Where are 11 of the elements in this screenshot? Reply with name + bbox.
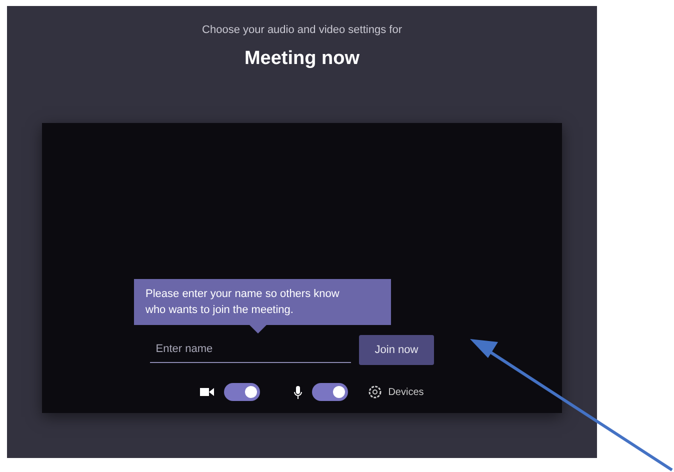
toggle-switch[interactable]	[312, 383, 348, 401]
name-field[interactable]: Enter name	[150, 337, 351, 362]
tooltip: Please enter your name so others know who wants to join the meeting.	[134, 278, 390, 330]
join-button[interactable]: Join now	[358, 334, 434, 365]
toggle-switch[interactable]	[224, 383, 260, 401]
settings-icon	[368, 385, 382, 399]
subtitle: Choose your audio and video settings for	[201, 23, 403, 38]
camera-icon	[200, 387, 214, 397]
meeting-title: Meeting now	[243, 46, 361, 70]
devices-button[interactable]: Devices	[368, 384, 424, 400]
microphone-icon	[294, 386, 302, 398]
